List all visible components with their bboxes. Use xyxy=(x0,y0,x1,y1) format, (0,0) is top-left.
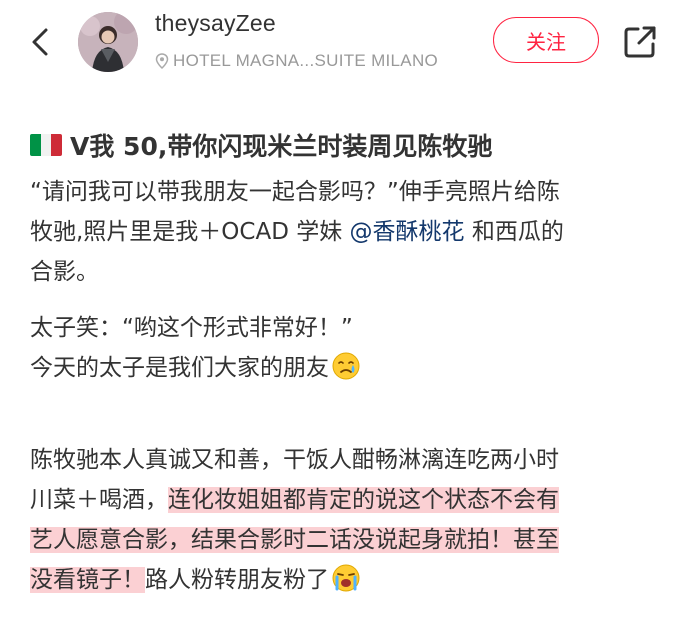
body-text: 川菜＋喝酒， xyxy=(30,487,168,513)
body-line: 艺人愿意合影，结果合影时二话没说起身就拍！甚至 xyxy=(30,520,559,560)
body-text: 和西瓜的 xyxy=(464,219,564,245)
body-line: 没看镜子！路人粉转朋友粉了 xyxy=(30,560,361,600)
follow-button[interactable]: 关注 xyxy=(493,17,599,63)
share-icon xyxy=(624,26,656,58)
share-button[interactable] xyxy=(620,22,660,62)
top-bar: theysayZee HOTEL MAGNA...SUITE MILANO 关注 xyxy=(0,0,690,86)
body-line: 川菜＋喝酒，连化妆姐姐都肯定的说这个状态不会有 xyxy=(30,480,559,520)
body-text: 今天的太子是我们大家的朋友 xyxy=(30,355,329,381)
highlighted-text: 没看镜子！ xyxy=(30,567,145,593)
body-line: 合影。 xyxy=(30,259,99,285)
chevron-left-icon xyxy=(32,28,48,56)
user-mention-link[interactable]: @香酥桃花 xyxy=(350,219,465,245)
avatar-image xyxy=(78,12,138,72)
body-line: 牧驰,照片里是我＋OCAD 学妹 @香酥桃花 和西瓜的 xyxy=(30,212,564,252)
location-tag[interactable]: HOTEL MAGNA...SUITE MILANO xyxy=(155,50,438,72)
location-pin-icon xyxy=(155,53,169,69)
post-title-row: V我 50,带你闪现米兰时装周见陈牧驰 xyxy=(30,126,492,164)
highlighted-text: 连化妆姐姐都肯定的说这个状态不会有 xyxy=(168,487,559,513)
body-line: 太子笑：“哟这个形式非常好！” xyxy=(30,315,353,341)
highlighted-text: 艺人愿意合影，结果合影时二话没说起身就拍！甚至 xyxy=(30,527,559,553)
body-text: 牧驰,照片里是我＋OCAD 学妹 xyxy=(30,219,350,245)
crying-face-emoji-icon xyxy=(332,352,360,380)
body-line: “请问我可以带我朋友一起合影吗？”伸手亮照片给陈 xyxy=(30,179,560,205)
body-line: 今天的太子是我们大家的朋友 xyxy=(30,348,361,388)
back-button[interactable] xyxy=(22,22,62,62)
post-title: V我 50,带你闪现米兰时装周见陈牧驰 xyxy=(70,132,493,161)
loudly-crying-face-emoji-icon xyxy=(332,564,360,592)
location-label: HOTEL MAGNA...SUITE MILANO xyxy=(173,51,439,70)
avatar[interactable] xyxy=(78,12,138,72)
body-text: 路人粉转朋友粉了 xyxy=(145,567,329,593)
italy-flag-icon xyxy=(30,134,62,156)
username[interactable]: theysayZee xyxy=(155,10,276,37)
body-line: 陈牧驰本人真诚又和善，干饭人酣畅淋漓连吃两小时 xyxy=(30,447,559,473)
